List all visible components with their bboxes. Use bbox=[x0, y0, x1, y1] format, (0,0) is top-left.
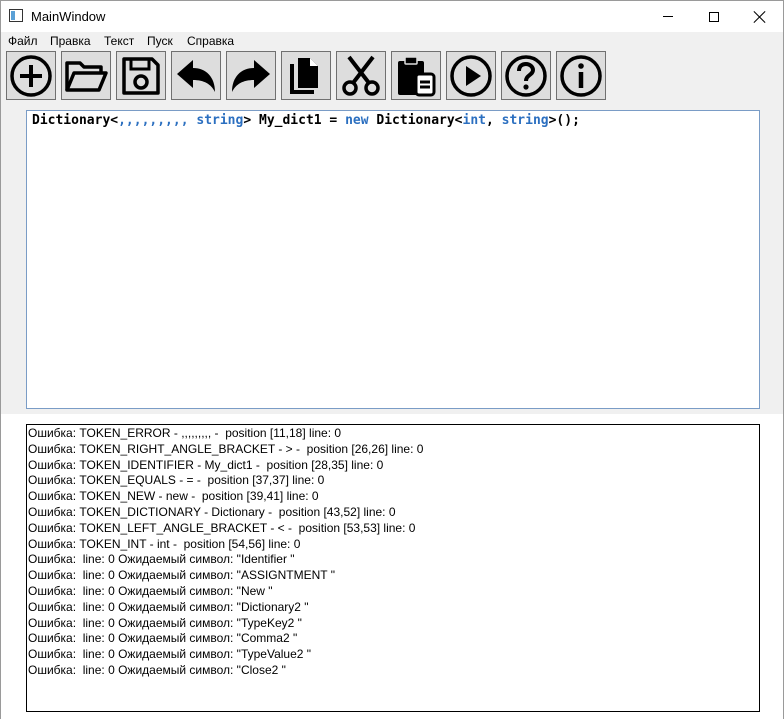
play-icon bbox=[450, 54, 492, 97]
redo-button[interactable] bbox=[226, 51, 276, 100]
output-line: Ошибка: TOKEN_DICTIONARY - Dictionary - … bbox=[28, 504, 396, 519]
plus-circle-icon bbox=[10, 54, 52, 97]
close-button[interactable] bbox=[737, 1, 783, 32]
new-file-button[interactable] bbox=[6, 51, 56, 100]
output-line: Ошибка: line: 0 Ожидаемый символ: "TypeV… bbox=[28, 647, 312, 662]
output-line: Ошибка: TOKEN_LEFT_ANGLE_BRACKET - < - p… bbox=[28, 520, 416, 535]
code-keyword: ,,,,,,,,, bbox=[118, 113, 189, 128]
code-keyword: int bbox=[462, 113, 486, 128]
menu-bar: Файл Правка Текст Пуск Справка bbox=[1, 32, 783, 50]
output-line: Ошибка: line: 0 Ожидаемый символ: "ASSIG… bbox=[28, 568, 335, 583]
menu-run[interactable]: Пуск bbox=[147, 34, 173, 48]
code-keyword: new bbox=[345, 113, 369, 128]
output-line: Ошибка: TOKEN_ERROR - ,,,,,,,,, - positi… bbox=[28, 426, 342, 440]
output-line: Ошибка: TOKEN_INT - int - position [54,5… bbox=[28, 536, 301, 551]
code-keyword: string bbox=[501, 113, 549, 128]
main-window: MainWindow Файл Правка Текст Пуск Справк… bbox=[0, 0, 784, 719]
paste-icon bbox=[398, 55, 436, 96]
code-keyword: string bbox=[196, 113, 244, 128]
output-line: Ошибка: line: 0 Ожидаемый символ: "Comma… bbox=[28, 631, 298, 646]
toolbar bbox=[1, 50, 783, 102]
output-area: Ошибка: TOKEN_ERROR - ,,,,,,,,, - positi… bbox=[1, 414, 783, 719]
menu-text[interactable]: Текст bbox=[104, 34, 134, 48]
output-line: Ошибка: TOKEN_NEW - new - position [39,4… bbox=[28, 489, 319, 504]
save-file-button[interactable] bbox=[116, 51, 166, 100]
menu-help[interactable]: Справка bbox=[187, 34, 234, 48]
code-token: Dictionary< bbox=[32, 113, 119, 128]
redo-icon bbox=[232, 59, 270, 92]
code-token: , bbox=[485, 113, 502, 128]
output-line: Ошибка: line: 0 Ожидаемый символ: "New " bbox=[28, 583, 273, 598]
code-token: > My_dict1 = bbox=[243, 113, 346, 128]
help-button[interactable] bbox=[501, 51, 551, 100]
output-line: Ошибка: TOKEN_RIGHT_ANGLE_BRACKET - > - … bbox=[28, 441, 424, 456]
minimize-icon bbox=[663, 16, 673, 17]
run-button[interactable] bbox=[446, 51, 496, 100]
title-bar[interactable]: MainWindow bbox=[1, 1, 783, 32]
cut-button[interactable] bbox=[336, 51, 386, 100]
menu-file[interactable]: Файл bbox=[8, 34, 38, 48]
paste-button[interactable] bbox=[391, 51, 441, 100]
output-line: Ошибка: line: 0 Ожидаемый символ: "TypeK… bbox=[28, 615, 302, 630]
output-line: Ошибка: TOKEN_EQUALS - = - position [37,… bbox=[28, 473, 325, 488]
maximize-button[interactable] bbox=[691, 1, 737, 32]
output-line: Ошибка: line: 0 Ожидаемый символ: "Close… bbox=[28, 662, 286, 677]
app-icon bbox=[9, 9, 23, 22]
window-title: MainWindow bbox=[31, 9, 106, 24]
cut-icon bbox=[342, 55, 380, 96]
help-icon bbox=[505, 54, 547, 97]
folder-open-icon bbox=[65, 60, 108, 92]
code-line: Dictionary<,,,,,,,,, string> My_dict1 = … bbox=[32, 113, 754, 129]
copy-button[interactable] bbox=[281, 51, 331, 100]
undo-icon bbox=[177, 59, 215, 92]
code-editor[interactable]: Dictionary<,,,,,,,,, string> My_dict1 = … bbox=[26, 110, 760, 409]
minimize-button[interactable] bbox=[645, 1, 691, 32]
output-line: Ошибка: line: 0 Ожидаемый символ: "Dicti… bbox=[28, 599, 309, 614]
close-icon bbox=[754, 11, 766, 23]
maximize-icon bbox=[709, 11, 719, 22]
save-icon bbox=[122, 56, 160, 95]
code-token: Dictionary< bbox=[368, 113, 463, 128]
menu-edit[interactable]: Правка bbox=[50, 34, 91, 48]
copy-icon bbox=[290, 57, 318, 94]
output-panel[interactable]: Ошибка: TOKEN_ERROR - ,,,,,,,,, - positi… bbox=[26, 424, 760, 712]
output-line: Ошибка: TOKEN_IDENTIFIER - My_dict1 - po… bbox=[28, 457, 384, 472]
open-file-button[interactable] bbox=[61, 51, 111, 100]
output-line: Ошибка: line: 0 Ожидаемый символ: "Ident… bbox=[28, 552, 295, 567]
code-token: >(); bbox=[548, 113, 580, 128]
about-button[interactable] bbox=[556, 51, 606, 100]
info-icon bbox=[560, 54, 602, 97]
undo-button[interactable] bbox=[171, 51, 221, 100]
